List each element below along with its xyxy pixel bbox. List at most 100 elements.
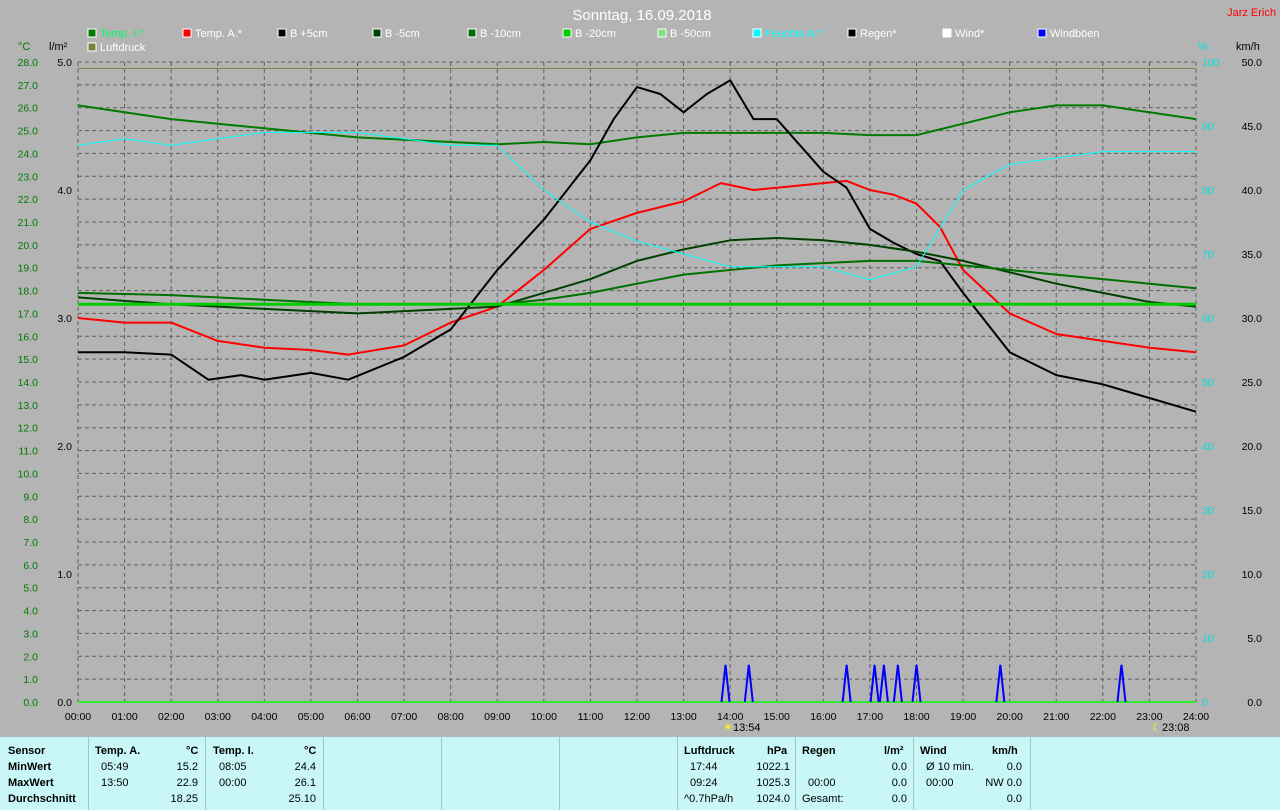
temp-tick-label: 13.0 bbox=[18, 400, 39, 412]
weather-chart: 28.0 27.0 26.0 25.0 24.0 23.0 22.0 21.0 20.0 19.0… bbox=[18, 7, 1276, 734]
time-tick-label: 05:00 bbox=[298, 711, 324, 723]
divider bbox=[913, 737, 914, 810]
rain-tick-label: 4.0 bbox=[57, 185, 72, 197]
temp-a-avg: 18.25 bbox=[170, 793, 198, 805]
time-tick-label: 00:00 bbox=[65, 711, 91, 723]
temp-i-avg: 25.10 bbox=[288, 793, 316, 805]
moon-icon: ☾ bbox=[1152, 721, 1162, 734]
humidity-tick-label: 80 bbox=[1202, 185, 1214, 197]
humidity-tick-label: 40 bbox=[1202, 441, 1214, 453]
luftdruck-max: 1025.3 bbox=[756, 777, 790, 789]
durchschnitt-label: Durchschnitt bbox=[8, 793, 76, 805]
temp-i-min-time: 08:05 bbox=[219, 761, 247, 773]
time-tick-label: 11:00 bbox=[578, 711, 604, 723]
temp-tick-label: 7.0 bbox=[23, 537, 38, 549]
wind-tick-label: 50.0 bbox=[1242, 57, 1263, 69]
time-tick-label: 22:00 bbox=[1090, 711, 1116, 723]
sensor-label: Sensor bbox=[8, 745, 46, 757]
time-tick-label: 21:00 bbox=[1043, 711, 1069, 723]
time-tick-label: 19:00 bbox=[950, 711, 976, 723]
rain-tick-label: 2.0 bbox=[57, 441, 72, 453]
temp-tick-label: 12.0 bbox=[18, 423, 39, 435]
legend-swatch bbox=[87, 42, 97, 52]
time-tick-label: 06:00 bbox=[344, 711, 370, 723]
temp-tick-label: 9.0 bbox=[23, 491, 38, 503]
temp-tick-label: 25.0 bbox=[18, 126, 39, 138]
legend-label: Wind* bbox=[955, 28, 985, 40]
minwert-label: MinWert bbox=[8, 761, 52, 773]
legend-swatch bbox=[1037, 28, 1047, 38]
legend-swatch bbox=[182, 28, 192, 38]
wind-tick-label: 20.0 bbox=[1242, 441, 1263, 453]
time-tick-label: 04:00 bbox=[251, 711, 277, 723]
right-unit-wind: km/h bbox=[1236, 41, 1260, 53]
legend-swatch bbox=[372, 28, 382, 38]
temp-tick-label: 6.0 bbox=[23, 560, 38, 572]
divider bbox=[323, 737, 324, 810]
temp-i-max: 26.1 bbox=[294, 777, 316, 789]
humidity-tick-label: 10 bbox=[1202, 633, 1214, 645]
maxwert-label: MaxWert bbox=[8, 777, 54, 789]
luftdruck-header: Luftdruck bbox=[684, 745, 735, 757]
statistics-panel: Sensor MinWert MaxWert Durchschnitt Temp… bbox=[0, 737, 1280, 810]
luftdruck-min-time: 17:44 bbox=[690, 761, 718, 773]
chart-title: Sonntag, 16.09.2018 bbox=[572, 7, 711, 24]
wind-max-value: NW 0.0 bbox=[985, 777, 1022, 789]
right-unit-humidity: % bbox=[1198, 41, 1208, 53]
time-tick-label: 20:00 bbox=[997, 711, 1023, 723]
legend-label: B +5cm bbox=[290, 28, 328, 40]
time-tick-label: 03:00 bbox=[205, 711, 231, 723]
wind-avg-label: Ø 10 min. bbox=[926, 761, 974, 773]
humidity-tick-label: 20 bbox=[1202, 569, 1214, 581]
temp-i-max-time: 00:00 bbox=[219, 777, 247, 789]
time-tick-label: 01:00 bbox=[111, 711, 137, 723]
time-tick-label: 18:00 bbox=[903, 711, 929, 723]
time-tick-label: 12:00 bbox=[624, 711, 650, 723]
temp-tick-label: 10.0 bbox=[18, 468, 39, 480]
temp-tick-label: 24.0 bbox=[18, 148, 39, 160]
time-tick-label: 16:00 bbox=[810, 711, 836, 723]
temp-tick-label: 4.0 bbox=[23, 606, 38, 618]
legend-label: B -20cm bbox=[575, 28, 616, 40]
legend-label: Windböen bbox=[1050, 28, 1100, 40]
humidity-tick-label: 100 bbox=[1202, 57, 1220, 69]
wind-tick-label: 15.0 bbox=[1242, 505, 1263, 517]
temp-a-min: 15.2 bbox=[176, 761, 198, 773]
divider bbox=[795, 737, 796, 810]
divider bbox=[88, 737, 89, 810]
legend-label: Feuchte A.* bbox=[765, 28, 823, 40]
humidity-tick-label: 0 bbox=[1202, 697, 1208, 709]
temp-tick-label: 1.0 bbox=[23, 674, 38, 686]
regen-unit: l/m² bbox=[884, 745, 904, 757]
divider bbox=[205, 737, 206, 810]
legend-swatch bbox=[847, 28, 857, 38]
wind-tick-label: 45.0 bbox=[1242, 121, 1263, 133]
temp-tick-label: 14.0 bbox=[18, 377, 39, 389]
wind-tick-label: 0.0 bbox=[1247, 697, 1262, 709]
wind-header: Wind bbox=[920, 745, 947, 757]
divider bbox=[559, 737, 560, 810]
chart-legend: Temp. I.* Temp. A.* B +5cm B -5cm B -10cm B -… bbox=[87, 28, 1100, 54]
temp-i-min: 24.4 bbox=[294, 761, 316, 773]
time-tick-label: 07:00 bbox=[391, 711, 417, 723]
temp-tick-label: 27.0 bbox=[18, 80, 39, 92]
humidity-tick-label: 70 bbox=[1202, 249, 1214, 261]
humidity-tick-label: 50 bbox=[1202, 377, 1214, 389]
legend-swatch bbox=[657, 28, 667, 38]
wind-tick-label: 25.0 bbox=[1242, 377, 1263, 389]
sun-marker-label: 13:54 bbox=[733, 722, 761, 734]
legend-label: Luftdruck bbox=[100, 42, 146, 54]
wind-tick-label: 5.0 bbox=[1247, 633, 1262, 645]
temp-tick-label: 16.0 bbox=[18, 331, 39, 343]
temp-tick-label: 26.0 bbox=[18, 103, 39, 115]
sun-icon: ☀ bbox=[723, 721, 733, 734]
temp-a-unit: °C bbox=[186, 745, 199, 757]
time-tick-label: 15:00 bbox=[764, 711, 790, 723]
author-label: Jarz Erich bbox=[1227, 7, 1276, 19]
temp-a-min-time: 05:49 bbox=[101, 761, 129, 773]
legend-label: Regen* bbox=[860, 28, 897, 40]
time-tick-label: 08:00 bbox=[438, 711, 464, 723]
wind-avg-value: 0.0 bbox=[1006, 761, 1022, 773]
legend-label: B -10cm bbox=[480, 28, 521, 40]
left-unit-rain: l/m² bbox=[49, 41, 68, 53]
